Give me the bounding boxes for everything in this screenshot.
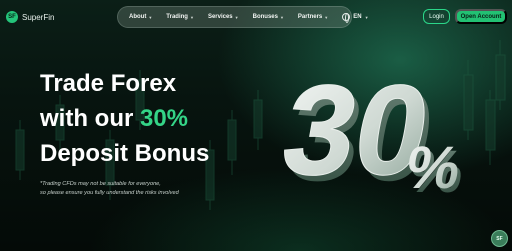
globe-icon <box>342 13 351 23</box>
nav-item-bonuses[interactable]: Bonuses ▼ <box>253 14 284 20</box>
disclaimer-line-2: so please ensure you fully understand th… <box>40 190 179 196</box>
headline-prefix: with our <box>40 105 140 132</box>
nav-item-label: Services <box>207 14 233 20</box>
chevron-down-icon: ▼ <box>234 14 239 20</box>
headline-line-1: Trade Forex <box>40 70 177 97</box>
bonus-30-percent-graphic: 30 30 % % <box>273 58 468 200</box>
nav-item-label: Partners <box>297 14 323 20</box>
chevron-down-icon: ▼ <box>189 14 194 20</box>
disclaimer-line-1: *Trading CFDs may not be suitable for ev… <box>40 181 161 187</box>
login-button[interactable]: Login <box>423 9 450 24</box>
open-account-button[interactable]: Open Account <box>455 9 507 24</box>
brand-logo[interactable]: SF SuperFin <box>6 10 54 24</box>
nav-item-label: About <box>129 14 147 20</box>
nav-item-label: Bonuses <box>252 14 278 20</box>
chevron-down-icon: ▼ <box>324 14 329 20</box>
main-nav: About ▼ Trading ▼ Services ▼ Bonuses ▼ P… <box>117 6 369 28</box>
nav-item-services[interactable]: Services ▼ <box>208 14 239 20</box>
chevron-down-icon: ▼ <box>148 14 153 20</box>
headline-line-3: Deposit Bonus <box>40 140 210 167</box>
headline-line-2: with our 30% <box>40 101 260 136</box>
nav-item-partners[interactable]: Partners ▼ <box>298 14 328 20</box>
chevron-down-icon: ▼ <box>364 14 369 20</box>
nav-item-label: Trading <box>166 14 188 20</box>
hero-headline: Trade Forex with our 30% Deposit Bonus <box>40 66 260 171</box>
chat-label: SF <box>496 235 503 242</box>
risk-disclaimer: *Trading CFDs may not be suitable for ev… <box>40 180 280 198</box>
headline-accent: 30% <box>139 105 189 132</box>
language-label: EN <box>353 14 362 20</box>
language-selector[interactable]: EN ▼ <box>342 13 369 23</box>
brand-name: SuperFin <box>22 12 55 22</box>
nav-item-about[interactable]: About ▼ <box>129 14 152 20</box>
chat-widget-button[interactable]: SF <box>491 230 508 247</box>
logo-icon: SF <box>6 11 18 23</box>
nav-item-trading[interactable]: Trading ▼ <box>166 14 194 20</box>
chevron-down-icon: ▼ <box>279 14 284 20</box>
